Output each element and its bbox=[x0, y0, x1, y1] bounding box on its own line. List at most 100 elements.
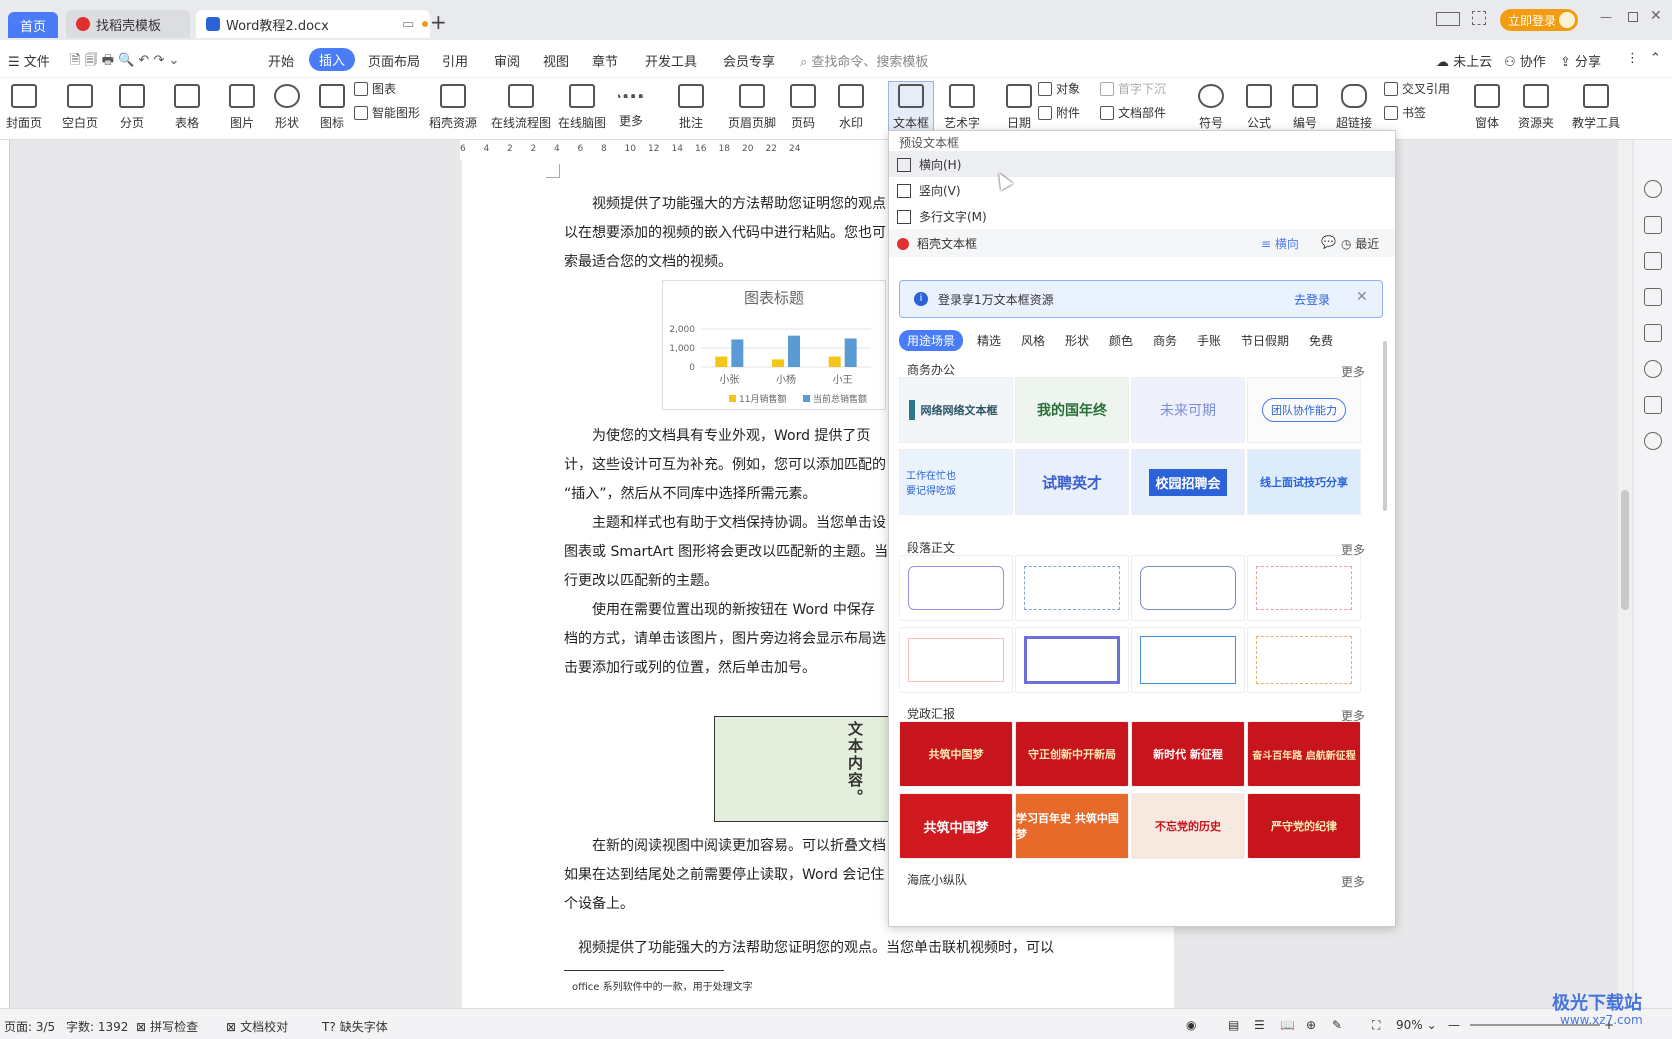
page-break-button[interactable]: 分页 bbox=[119, 84, 145, 131]
zoom-out-button[interactable]: — bbox=[1448, 1018, 1460, 1032]
template-thumb[interactable]: 校园招聘会 bbox=[1131, 449, 1245, 515]
date-button[interactable]: 日期 bbox=[1006, 84, 1032, 131]
template-thumb[interactable] bbox=[1131, 555, 1245, 621]
vertical-textbox[interactable]: 文本内容。 bbox=[714, 716, 894, 822]
template-thumb[interactable]: 线上面试技巧分享 bbox=[1247, 449, 1361, 515]
help-icon[interactable] bbox=[1644, 432, 1662, 450]
category-scenario[interactable]: 用途场景 bbox=[899, 330, 964, 351]
category-featured[interactable]: 精选 bbox=[977, 332, 1001, 349]
template-thumb[interactable]: 共筑中国梦 bbox=[899, 721, 1013, 787]
template-thumb[interactable]: 试聘英才 bbox=[1015, 449, 1129, 515]
cloud-status[interactable]: ☁ 未上云 bbox=[1436, 51, 1492, 70]
eye-icon[interactable]: ◉ bbox=[1186, 1018, 1196, 1032]
dropcap-button[interactable]: 首字下沉 bbox=[1100, 80, 1166, 97]
dropdown-scrollbar[interactable] bbox=[1383, 341, 1387, 511]
more-button[interactable]: 更多 bbox=[618, 84, 644, 129]
template-thumb[interactable]: 共筑中国梦 bbox=[899, 793, 1013, 859]
template-thumb[interactable]: 奋斗百年路 启航新征程 bbox=[1247, 721, 1361, 787]
write-view-icon[interactable]: ✎ bbox=[1332, 1018, 1342, 1032]
teaching-tools-button[interactable]: 教学工具 bbox=[1572, 84, 1620, 131]
embedded-chart[interactable]: 图表标题 2,000 1,000 0 小张 小杨 小王 11月销售额 当前总销售额 bbox=[662, 280, 886, 410]
pen-icon[interactable] bbox=[1644, 216, 1662, 234]
menu-member[interactable]: 会员专享 bbox=[723, 51, 775, 70]
header-footer-button[interactable]: 页眉页脚 bbox=[728, 84, 776, 131]
menu-devtools[interactable]: 开发工具 bbox=[645, 51, 697, 70]
wordart-button[interactable]: 艺术字 bbox=[944, 84, 980, 131]
option-multiline[interactable]: 多行文字(M) bbox=[897, 208, 987, 225]
collapse-ribbon-icon[interactable]: ⌃ bbox=[1650, 51, 1661, 66]
banner-close-icon[interactable]: ✕ bbox=[1356, 289, 1368, 305]
menu-chapter[interactable]: 章节 bbox=[592, 51, 618, 70]
resource-folder-button[interactable]: 资源夹 bbox=[1518, 84, 1554, 131]
category-free[interactable]: 免费 bbox=[1309, 332, 1333, 349]
category-holiday[interactable]: 节日假期 bbox=[1241, 332, 1289, 349]
tab-template[interactable]: 找稻壳模板 bbox=[66, 10, 190, 38]
word-count[interactable]: 字数: 1392 bbox=[66, 1018, 128, 1035]
login-button[interactable]: 立即登录 bbox=[1500, 9, 1578, 31]
hyperlink-button[interactable]: 超链接 bbox=[1336, 84, 1372, 131]
spell-check[interactable]: ⊠ 拼写检查 bbox=[136, 1018, 198, 1035]
docpart-button[interactable]: 文档部件 bbox=[1100, 104, 1166, 121]
cover-page-button[interactable]: 封面页 bbox=[6, 84, 42, 131]
template-thumb[interactable]: 网络网络文本框 bbox=[899, 377, 1013, 443]
menu-view[interactable]: 视图 bbox=[543, 51, 569, 70]
scroll-thumb[interactable] bbox=[1621, 490, 1629, 610]
rocket-icon[interactable] bbox=[1644, 180, 1662, 198]
file-menu[interactable]: ☰ 文件 bbox=[8, 51, 50, 70]
more-options-icon[interactable]: ⋮ bbox=[1626, 51, 1639, 66]
template-thumb[interactable]: 我的国年终 bbox=[1015, 377, 1129, 443]
symbol-button[interactable]: 符号 bbox=[1198, 84, 1224, 131]
attachment-button[interactable]: 附件 bbox=[1038, 104, 1080, 121]
menu-review[interactable]: 审阅 bbox=[494, 51, 520, 70]
more-octonauts-link[interactable]: 更多 bbox=[1341, 873, 1365, 890]
proofread[interactable]: ⊠ 文档校对 bbox=[226, 1018, 288, 1035]
chat-icon[interactable]: 💬 bbox=[1321, 235, 1336, 249]
vertical-ruler[interactable] bbox=[0, 140, 10, 1008]
new-tab-button[interactable]: + bbox=[430, 10, 447, 34]
zoom-level[interactable]: 90% ⌄ bbox=[1396, 1018, 1437, 1032]
bookmark-button[interactable]: 书签 bbox=[1384, 104, 1426, 121]
fit-page-icon[interactable]: ⛶ bbox=[1372, 1018, 1380, 1033]
category-business[interactable]: 商务 bbox=[1153, 332, 1177, 349]
outline-view-icon[interactable]: ☰ bbox=[1254, 1018, 1265, 1032]
category-journal[interactable]: 手账 bbox=[1197, 332, 1221, 349]
template-thumb[interactable]: 不忘党的历史 bbox=[1131, 793, 1245, 859]
tab-document[interactable]: Word教程2.docx ▭ bbox=[196, 10, 430, 38]
option-vertical[interactable]: 竖向(V) bbox=[897, 182, 961, 199]
tab-home[interactable]: 首页 bbox=[8, 12, 58, 38]
form-button[interactable]: 窗体 bbox=[1474, 84, 1500, 131]
template-thumb[interactable] bbox=[1015, 627, 1129, 693]
read-view-icon[interactable]: 📖 bbox=[1280, 1018, 1295, 1032]
sidebar-layout-icon[interactable] bbox=[1436, 12, 1460, 26]
menu-insert[interactable]: 插入 bbox=[309, 48, 356, 71]
template-thumb[interactable]: 严守党的纪律 bbox=[1247, 793, 1361, 859]
close-button[interactable]: ✕ bbox=[1650, 8, 1662, 24]
filter-horizontal[interactable]: ≡ 横向 bbox=[1261, 235, 1299, 252]
command-search[interactable]: ⌕ 查找命令、搜索模板 bbox=[800, 51, 928, 70]
crossref-button[interactable]: 交叉引用 bbox=[1384, 80, 1450, 97]
option-horizontal[interactable]: 横向(H) bbox=[897, 156, 961, 173]
category-color[interactable]: 颜色 bbox=[1109, 332, 1133, 349]
watermark-button[interactable]: 水印 bbox=[838, 84, 864, 131]
menu-start[interactable]: 开始 bbox=[268, 51, 294, 70]
minimize-button[interactable]: — bbox=[1600, 10, 1612, 24]
blank-page-button[interactable]: 空白页 bbox=[62, 84, 98, 131]
grid-apps-icon[interactable] bbox=[1472, 11, 1486, 25]
icon-button[interactable]: 图标 bbox=[319, 84, 345, 131]
flowchart-button[interactable]: 在线流程图 bbox=[491, 84, 551, 131]
page-indicator[interactable]: 页面: 3/5 bbox=[4, 1018, 55, 1035]
template-thumb[interactable] bbox=[1015, 555, 1129, 621]
image-edit-icon[interactable] bbox=[1644, 324, 1662, 342]
web-view-icon[interactable]: ⊕ bbox=[1306, 1018, 1316, 1032]
template-thumb[interactable] bbox=[899, 555, 1013, 621]
vertical-scrollbar[interactable] bbox=[1618, 140, 1632, 1008]
recent-button[interactable]: ◷ 最近 bbox=[1341, 235, 1379, 252]
compass-icon[interactable] bbox=[1644, 360, 1662, 378]
page-view-icon[interactable]: ▤ bbox=[1228, 1018, 1239, 1032]
shape-button[interactable]: 形状 bbox=[274, 84, 300, 131]
missing-font[interactable]: T? 缺失字体 bbox=[322, 1018, 388, 1035]
pointer-icon[interactable] bbox=[1644, 252, 1662, 270]
docer-resource-button[interactable]: 稻壳资源 bbox=[429, 84, 477, 131]
textbox-button[interactable]: 文本框 bbox=[888, 81, 935, 134]
mindmap-button[interactable]: 在线脑图 bbox=[558, 84, 606, 131]
